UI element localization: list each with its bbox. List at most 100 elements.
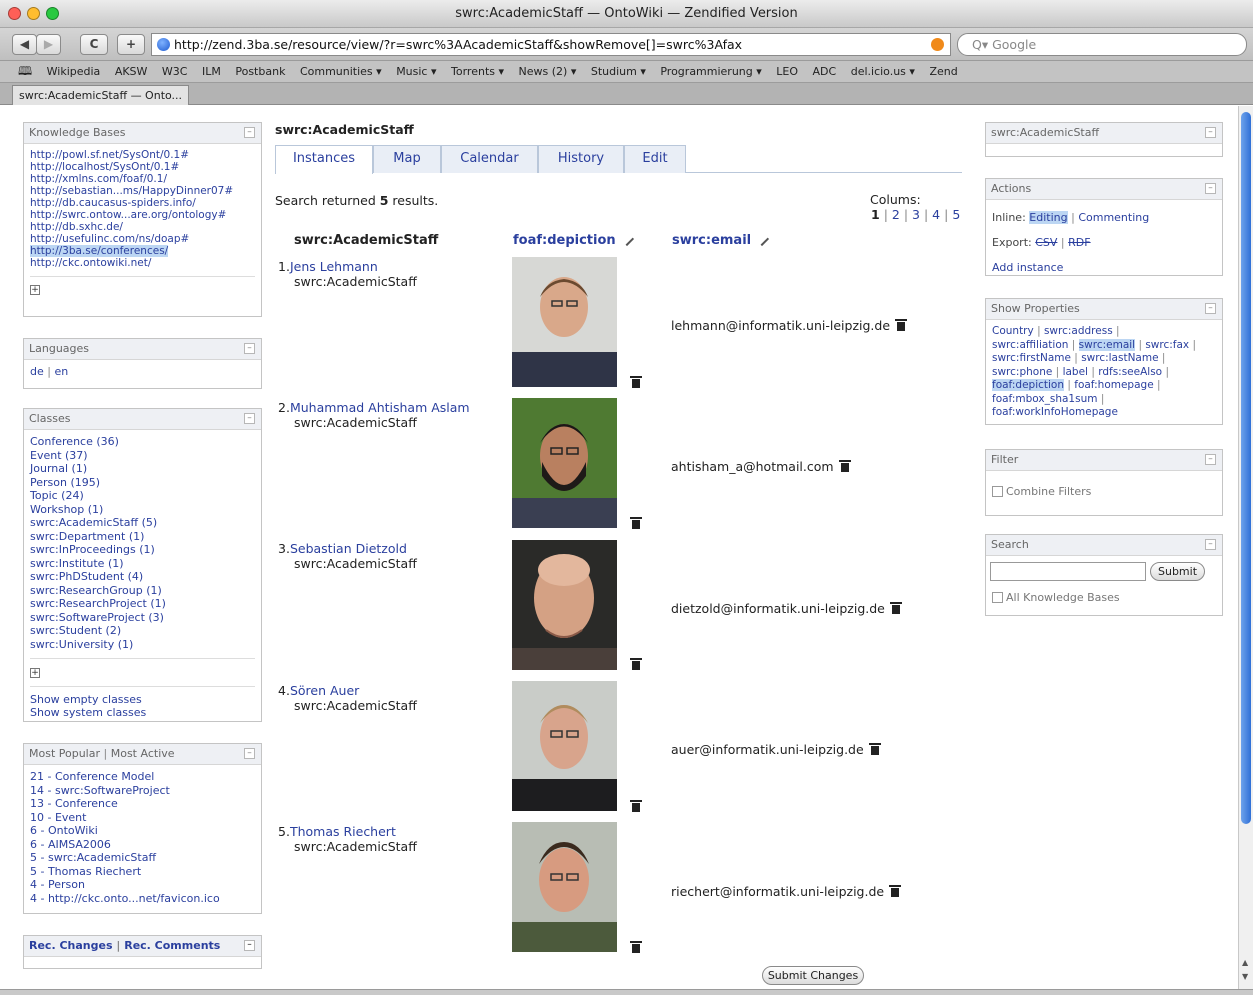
all-knowledge-bases-checkbox[interactable] <box>992 592 1003 603</box>
tab-history[interactable]: History <box>538 145 624 173</box>
instance-name-link[interactable]: Sören Auer <box>290 683 359 698</box>
scroll-up-arrow-icon[interactable]: ▲ <box>1242 958 1251 967</box>
add-bookmark-button[interactable]: + <box>117 34 145 55</box>
trash-icon[interactable] <box>630 940 642 953</box>
bookmark-item[interactable]: Postbank <box>235 65 285 78</box>
feed-icon[interactable] <box>931 38 944 51</box>
minimize-box-icon[interactable]: – <box>244 940 255 951</box>
submit-changes-button[interactable]: Submit Changes <box>762 966 864 985</box>
bookmark-item[interactable]: Programmierung ▾ <box>660 65 761 78</box>
bookmark-item[interactable]: Communities ▾ <box>300 65 382 78</box>
minimize-box-icon[interactable]: – <box>1205 127 1216 138</box>
kb-item[interactable]: http://ckc.ontowiki.net/ <box>30 257 151 269</box>
browser-tab[interactable]: swrc:AcademicStaff — Onto... <box>12 85 190 105</box>
property-link[interactable]: swrc:firstName <box>992 352 1071 364</box>
class-item[interactable]: swrc:Department (1) <box>30 530 144 543</box>
property-link[interactable]: swrc:lastName <box>1081 352 1158 364</box>
kb-item[interactable]: http://xmlns.com/foaf/0.1/ <box>30 173 167 185</box>
tab-instances[interactable]: Instances <box>275 145 373 174</box>
bookmarks-book-icon[interactable]: 🕮 <box>18 64 32 78</box>
popular-item[interactable]: 5 - Thomas Riechert <box>30 865 141 878</box>
trash-icon[interactable] <box>630 375 642 388</box>
class-item[interactable]: Conference (36) <box>30 435 119 448</box>
show-empty-classes-link[interactable]: Show empty classes <box>30 693 142 706</box>
recent-changes-tab[interactable]: Rec. Changes <box>29 939 113 952</box>
instance-name-link[interactable]: Jens Lehmann <box>290 259 378 274</box>
trash-icon[interactable] <box>868 742 881 755</box>
column-option[interactable]: 1 <box>871 207 880 222</box>
most-active-tab[interactable]: Most Active <box>111 747 175 760</box>
bookmark-item[interactable]: Music ▾ <box>396 65 436 78</box>
tab-edit[interactable]: Edit <box>624 145 686 173</box>
property-link[interactable]: foaf:workInfoHomepage <box>992 406 1118 418</box>
property-link[interactable]: swrc:address <box>1044 325 1113 337</box>
kb-item[interactable]: http://swrc.ontow...are.org/ontology# <box>30 209 226 221</box>
search-submit-button[interactable]: Submit <box>1150 562 1205 581</box>
reload-button[interactable]: C <box>80 34 108 55</box>
browser-search-field[interactable]: Q▾ Google <box>957 33 1247 56</box>
kb-item[interactable]: http://usefulinc.com/ns/doap# <box>30 233 189 245</box>
popular-item[interactable]: 6 - AIMSA2006 <box>30 838 111 851</box>
bookmark-item[interactable]: Torrents ▾ <box>451 65 504 78</box>
minimize-box-icon[interactable]: – <box>244 343 255 354</box>
bookmark-item[interactable]: del.icio.us ▾ <box>851 65 915 78</box>
combine-filters-checkbox[interactable] <box>992 486 1003 497</box>
class-item[interactable]: swrc:PhDStudent (4) <box>30 570 143 583</box>
minimize-box-icon[interactable]: – <box>1205 539 1216 550</box>
class-item[interactable]: swrc:University (1) <box>30 638 133 651</box>
kb-item[interactable]: http://localhost/SysOnt/0.1# <box>30 161 179 173</box>
popular-item[interactable]: 4 - http://ckc.onto...net/favicon.ico <box>30 892 220 905</box>
edit-pencil-icon[interactable] <box>619 231 634 247</box>
property-link[interactable]: swrc:affiliation <box>992 339 1068 351</box>
column-option[interactable]: 2 <box>892 207 900 222</box>
class-item[interactable]: swrc:ResearchProject (1) <box>30 597 166 610</box>
class-item[interactable]: Workshop (1) <box>30 503 103 516</box>
trash-icon[interactable] <box>630 657 642 670</box>
class-item[interactable]: Person (195) <box>30 476 100 489</box>
bookmark-item[interactable]: Zend <box>929 65 957 78</box>
tab-calendar[interactable]: Calendar <box>441 145 538 173</box>
popular-item[interactable]: 5 - swrc:AcademicStaff <box>30 851 156 864</box>
language-de-link[interactable]: de <box>30 365 44 378</box>
trash-icon[interactable] <box>889 884 902 897</box>
bookmark-item[interactable]: News (2) ▾ <box>519 65 577 78</box>
column-option[interactable]: 3 <box>912 207 920 222</box>
class-item[interactable]: swrc:AcademicStaff (5) <box>30 516 157 529</box>
property-link[interactable]: label <box>1063 366 1088 378</box>
expand-icon[interactable]: + <box>30 668 40 678</box>
language-en-link[interactable]: en <box>54 365 68 378</box>
bookmark-item[interactable]: ADC <box>813 65 837 78</box>
class-item[interactable]: swrc:Student (2) <box>30 624 121 637</box>
class-item[interactable]: swrc:InProceedings (1) <box>30 543 155 556</box>
url-field[interactable]: http://zend.3ba.se/resource/view/?r=swrc… <box>151 33 951 56</box>
kb-item[interactable]: http://sebastian...ms/HappyDinner07# <box>30 185 233 197</box>
add-instance-link[interactable]: Add instance <box>992 261 1063 274</box>
kb-item[interactable]: http://db.sxhc.de/ <box>30 221 123 233</box>
property-link-selected[interactable]: swrc:email <box>1078 338 1136 351</box>
edit-pencil-icon[interactable] <box>755 231 770 247</box>
minimize-box-icon[interactable]: – <box>244 748 255 759</box>
trash-icon[interactable] <box>895 318 908 331</box>
column-option[interactable]: 5 <box>952 207 960 222</box>
class-item[interactable]: swrc:ResearchGroup (1) <box>30 584 162 597</box>
popular-item[interactable]: 10 - Event <box>30 811 86 824</box>
class-item[interactable]: Event (37) <box>30 449 88 462</box>
trash-icon[interactable] <box>630 516 642 529</box>
property-link[interactable]: swrc:phone <box>992 366 1052 378</box>
kb-item[interactable]: http://powl.sf.net/SysOnt/0.1# <box>30 149 189 161</box>
expand-icon[interactable]: + <box>30 285 40 295</box>
tab-map[interactable]: Map <box>373 145 441 173</box>
scrollbar-thumb[interactable] <box>1241 112 1251 824</box>
minimize-box-icon[interactable]: – <box>1205 303 1216 314</box>
back-button[interactable]: ◀ <box>12 34 37 55</box>
most-popular-tab[interactable]: Most Popular <box>29 747 100 760</box>
bookmark-item[interactable]: W3C <box>162 65 188 78</box>
class-item[interactable]: swrc:SoftwareProject (3) <box>30 611 164 624</box>
email-header-link[interactable]: swrc:email <box>672 233 751 248</box>
minimize-box-icon[interactable]: – <box>1205 454 1216 465</box>
trash-icon[interactable] <box>838 459 851 472</box>
export-csv-link[interactable]: CSV <box>1035 236 1057 249</box>
scroll-down-arrow-icon[interactable]: ▼ <box>1242 972 1251 981</box>
trash-icon[interactable] <box>889 601 902 614</box>
popular-item[interactable]: 4 - Person <box>30 878 85 891</box>
